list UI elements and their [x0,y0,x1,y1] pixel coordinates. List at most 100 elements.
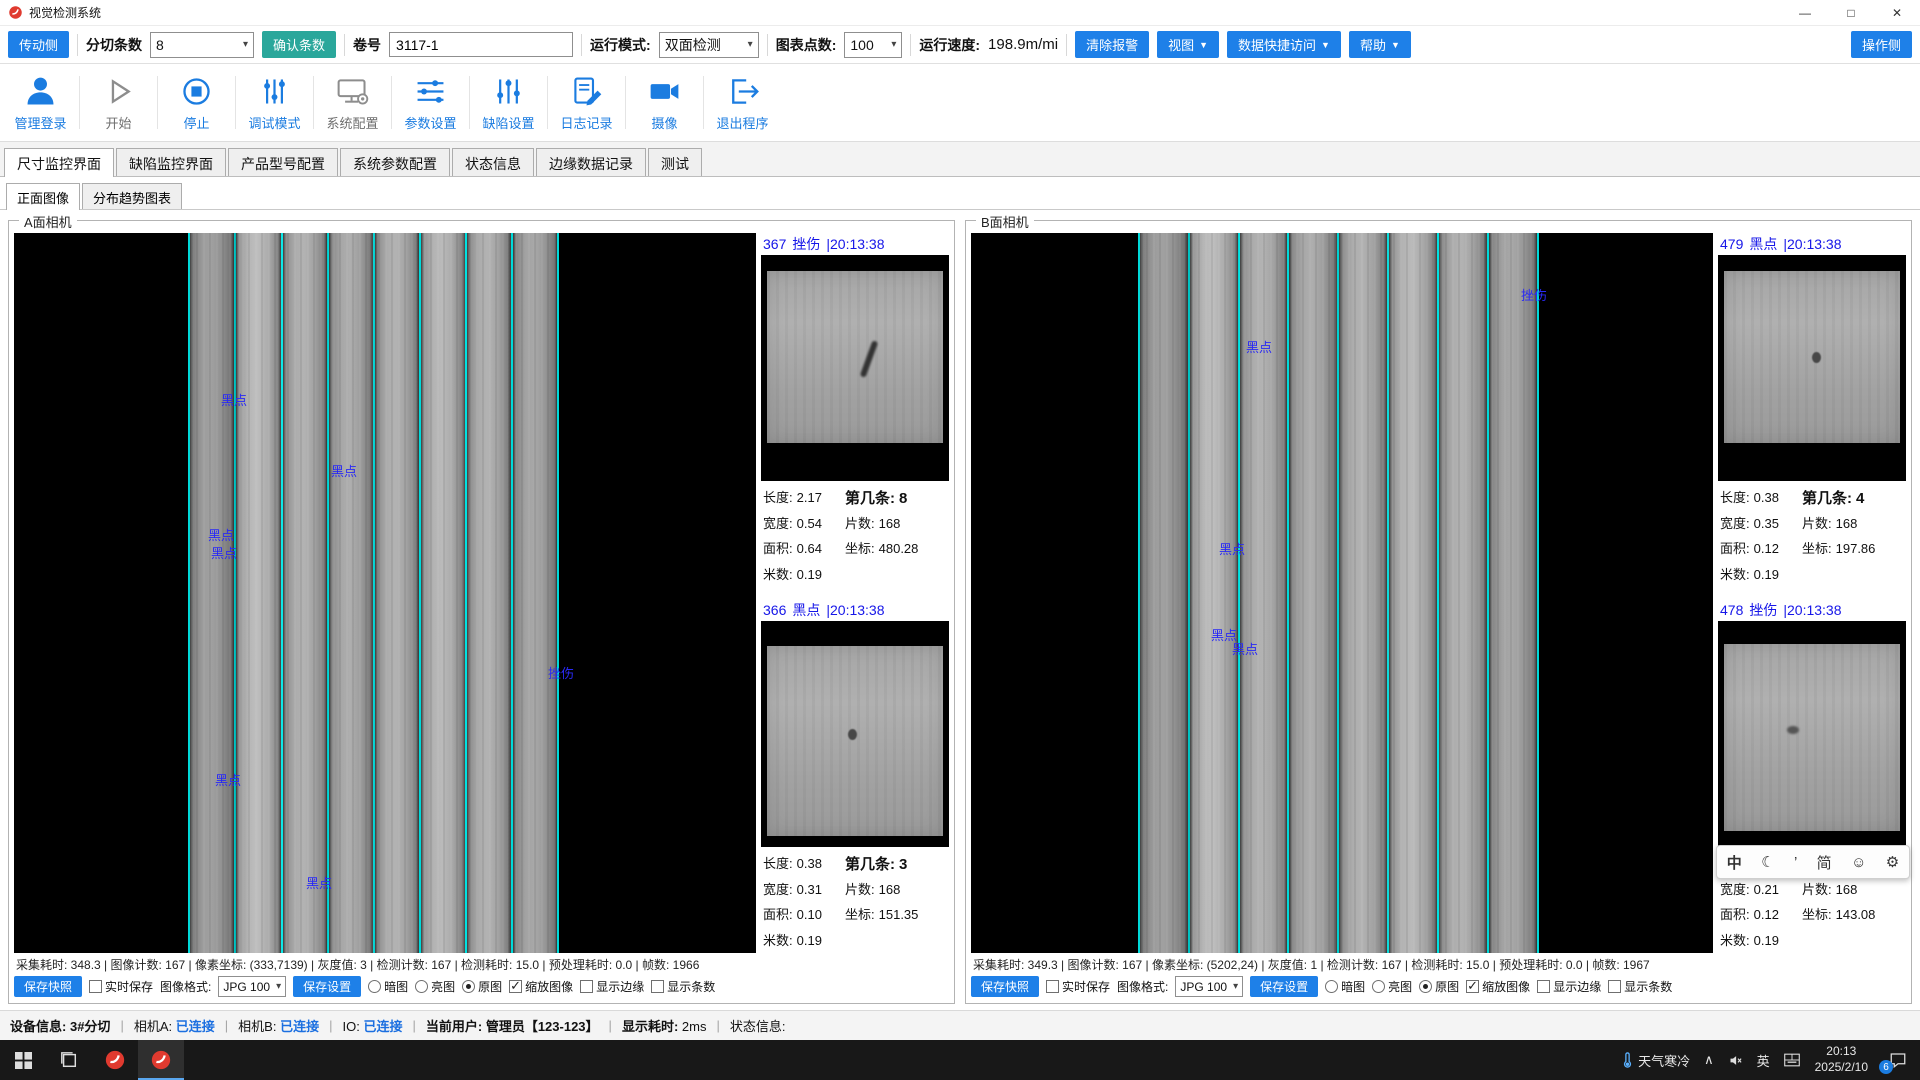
save-settings-button[interactable]: 保存设置 [1250,976,1318,997]
bright-image-radio[interactable]: 亮图 [1372,978,1412,995]
icon-toolbar: 管理登录 开始 停止 调试模式 系统配置 参数设置 缺陷设置 [0,64,1920,142]
input-language-indicator[interactable]: 英 [1750,1040,1777,1080]
tab-edge-data[interactable]: 边缘数据记录 [536,148,646,176]
original-image-radio[interactable]: 原图 [1419,978,1459,995]
defect-card[interactable]: 479 黑点 |20:13:38 长度:0.38 [1718,233,1906,587]
format-label: 图像格式: [1117,978,1168,995]
show-count-checkbox[interactable]: 显示条数 [651,978,715,995]
taskbar-app-icon-active[interactable] [138,1040,184,1080]
log-record-label: 日志记录 [560,113,612,132]
taskbar-clock[interactable]: 20:13 2025/2/10 [1807,1044,1876,1075]
data-shortcut-menu-button[interactable]: 数据快捷访问 ▼ [1227,31,1341,58]
caret-down-icon: ▼ [1199,40,1208,50]
subtab-front-image[interactable]: 正面图像 [6,183,80,210]
save-settings-button[interactable]: 保存设置 [293,976,361,997]
close-button[interactable]: ✕ [1874,0,1920,25]
checkbox-checked-icon [509,980,522,993]
maximize-button[interactable]: □ [1828,0,1874,25]
defect-card[interactable]: 366 黑点 |20:13:38 长度:0.38 [761,599,949,953]
show-edge-checkbox[interactable]: 显示边缘 [580,978,644,995]
defect-thumbnail[interactable] [1718,621,1906,847]
taskbar-app-icon[interactable] [92,1040,138,1080]
action-center-button[interactable]: 6 [1876,1040,1920,1080]
stat-width: 宽度:0.21 [1720,879,1802,900]
defect-patch [767,271,944,443]
defect-thumbnail[interactable] [761,621,949,847]
start-button[interactable] [0,1040,46,1080]
dark-image-radio[interactable]: 暗图 [1325,978,1365,995]
run-mode-select[interactable]: 双面检测 ▾ [659,32,759,58]
confirm-count-button[interactable]: 确认条数 [262,31,336,58]
admin-login-button[interactable]: 管理登录 [4,66,77,139]
format-select[interactable]: JPG 100▾ [1175,976,1243,997]
defect-type: 挫伤 [792,234,820,254]
subtab-trend-chart[interactable]: 分布趋势图表 [82,183,182,209]
param-settings-button[interactable]: 参数设置 [394,66,467,139]
exit-program-button[interactable]: 退出程序 [706,66,779,139]
defect-card[interactable]: 367 挫伤 |20:13:38 长度:2.17 [761,233,949,587]
zoom-image-checkbox[interactable]: 缩放图像 [1466,978,1530,995]
defect-thumbnail[interactable] [761,255,949,481]
tab-product-model[interactable]: 产品型号配置 [228,148,338,176]
show-count-checkbox[interactable]: 显示条数 [1608,978,1672,995]
drive-side-button[interactable]: 传动侧 [8,31,69,58]
help-menu-button[interactable]: 帮助 ▼ [1349,31,1411,58]
radio-icon [368,980,381,993]
tab-size-monitor[interactable]: 尺寸监控界面 [4,148,114,177]
original-image-radio[interactable]: 原图 [462,978,502,995]
realtime-save-checkbox[interactable]: 实时保存 [89,978,153,995]
tab-defect-monitor[interactable]: 缺陷监控界面 [116,148,226,176]
camera-b-image[interactable]: 挫伤 黑点 黑点 黑点 黑点 [971,233,1713,953]
show-edge-checkbox[interactable]: 显示边缘 [1537,978,1601,995]
separator [469,76,470,129]
stat-strip: 第几条:4 [1802,487,1904,508]
start-label: 开始 [105,113,131,132]
defect-thumbnail[interactable] [1718,255,1906,481]
strip [421,233,467,953]
save-snapshot-button[interactable]: 保存快照 [14,976,82,997]
taskbar-tray: 天气寒冷 ∧ 英 20:13 2025/2/10 6 [1614,1040,1920,1080]
gear-icon[interactable]: ⚙ [1886,853,1899,871]
stat-coord: 坐标:480.28 [845,538,947,559]
task-view-button[interactable] [46,1040,92,1080]
ime-simplified-button[interactable]: 简 [1817,852,1832,873]
start-button[interactable]: 开始 [82,66,155,139]
touch-keyboard-icon[interactable] [1777,1040,1807,1080]
volume-icon[interactable] [1721,1040,1750,1080]
defect-card[interactable]: 478 挫伤 |20:13:38 长度:0.57 [1718,599,1906,953]
ime-mode-button[interactable]: 中 [1727,852,1742,873]
clear-alarm-button[interactable]: 清除报警 [1075,31,1149,58]
operate-side-button[interactable]: 操作侧 [1851,31,1912,58]
minimize-button[interactable]: — [1782,0,1828,25]
emoji-icon[interactable]: ☺ [1851,854,1866,871]
debug-mode-button[interactable]: 调试模式 [238,66,311,139]
tray-expand-button[interactable]: ∧ [1697,1040,1721,1080]
view-menu-button[interactable]: 视图 ▼ [1157,31,1219,58]
window-controls: — □ ✕ [1782,0,1920,25]
roll-number-input[interactable] [389,32,573,57]
camera-a-image[interactable]: 黑点 黑点 黑点 黑点 挫伤 黑点 黑点 [14,233,756,953]
format-select[interactable]: JPG 100▾ [218,976,286,997]
weather-widget[interactable]: 天气寒冷 [1614,1040,1697,1080]
moon-icon[interactable]: ☾ [1761,853,1774,871]
separator [157,76,158,129]
camera-capture-button[interactable]: 摄像 [628,66,701,139]
chevron-down-icon: ▾ [1233,981,1238,992]
tab-status-info[interactable]: 状态信息 [452,148,534,176]
zoom-image-checkbox[interactable]: 缩放图像 [509,978,573,995]
stop-button[interactable]: 停止 [160,66,233,139]
chart-points-value: 100 [850,37,873,53]
save-snapshot-button[interactable]: 保存快照 [971,976,1039,997]
defect-settings-button[interactable]: 缺陷设置 [472,66,545,139]
realtime-save-checkbox[interactable]: 实时保存 [1046,978,1110,995]
bright-image-radio[interactable]: 亮图 [415,978,455,995]
log-record-button[interactable]: 日志记录 [550,66,623,139]
tab-test[interactable]: 测试 [648,148,702,176]
tab-system-params[interactable]: 系统参数配置 [340,148,450,176]
chart-points-select[interactable]: 100 ▾ [844,32,902,58]
slit-count-select[interactable]: 8 ▾ [150,32,254,58]
param-settings-label: 参数设置 [404,113,456,132]
apostrophe-icon[interactable]: ’ [1794,854,1797,871]
dark-image-radio[interactable]: 暗图 [368,978,408,995]
system-config-button[interactable]: 系统配置 [316,66,389,139]
